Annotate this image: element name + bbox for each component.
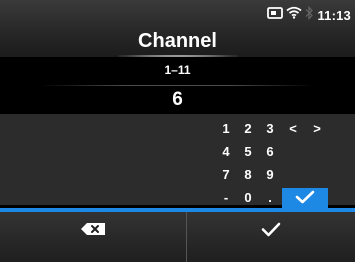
page-title: Channel bbox=[138, 30, 217, 52]
key-1[interactable]: 1 bbox=[216, 117, 236, 140]
key-6[interactable]: 6 bbox=[260, 140, 280, 163]
confirm-button[interactable] bbox=[187, 212, 355, 262]
checkmark-icon bbox=[295, 190, 315, 207]
key-5[interactable]: 5 bbox=[238, 140, 258, 163]
key-empty bbox=[282, 140, 304, 163]
channel-value-field[interactable]: 6 bbox=[0, 89, 355, 113]
keypad-enter-button[interactable] bbox=[282, 188, 328, 209]
key-minus[interactable]: - bbox=[216, 186, 236, 209]
key-3[interactable]: 3 bbox=[260, 117, 280, 140]
wifi-icon bbox=[286, 6, 303, 24]
checkmark-icon bbox=[261, 222, 281, 242]
key-2[interactable]: 2 bbox=[238, 117, 258, 140]
key-7[interactable]: 7 bbox=[216, 163, 236, 186]
key-empty bbox=[282, 163, 304, 186]
key-empty bbox=[306, 163, 328, 186]
status-bar: 11:13 bbox=[267, 5, 351, 25]
key-period[interactable]: . bbox=[260, 186, 280, 209]
key-0[interactable]: 0 bbox=[238, 186, 258, 209]
backspace-icon bbox=[80, 222, 106, 241]
key-8[interactable]: 8 bbox=[238, 163, 258, 186]
bottom-toolbar bbox=[0, 212, 355, 262]
backspace-button[interactable] bbox=[0, 212, 187, 262]
value-range: 1–11 bbox=[164, 63, 191, 77]
key-cursor-right[interactable]: > bbox=[306, 117, 328, 140]
numeric-keypad: 1 2 3 < > 4 5 6 7 8 9 - 0 . bbox=[216, 117, 328, 209]
key-empty bbox=[306, 140, 328, 163]
title-underline bbox=[118, 55, 238, 57]
header-bar: 11:13 Channel bbox=[0, 0, 355, 57]
key-cursor-left[interactable]: < bbox=[282, 117, 304, 140]
key-4[interactable]: 4 bbox=[216, 140, 236, 163]
range-divider bbox=[40, 85, 315, 86]
sim-card-icon bbox=[267, 6, 284, 24]
key-9[interactable]: 9 bbox=[260, 163, 280, 186]
bluetooth-icon bbox=[305, 5, 314, 25]
status-time: 11:13 bbox=[317, 7, 351, 23]
